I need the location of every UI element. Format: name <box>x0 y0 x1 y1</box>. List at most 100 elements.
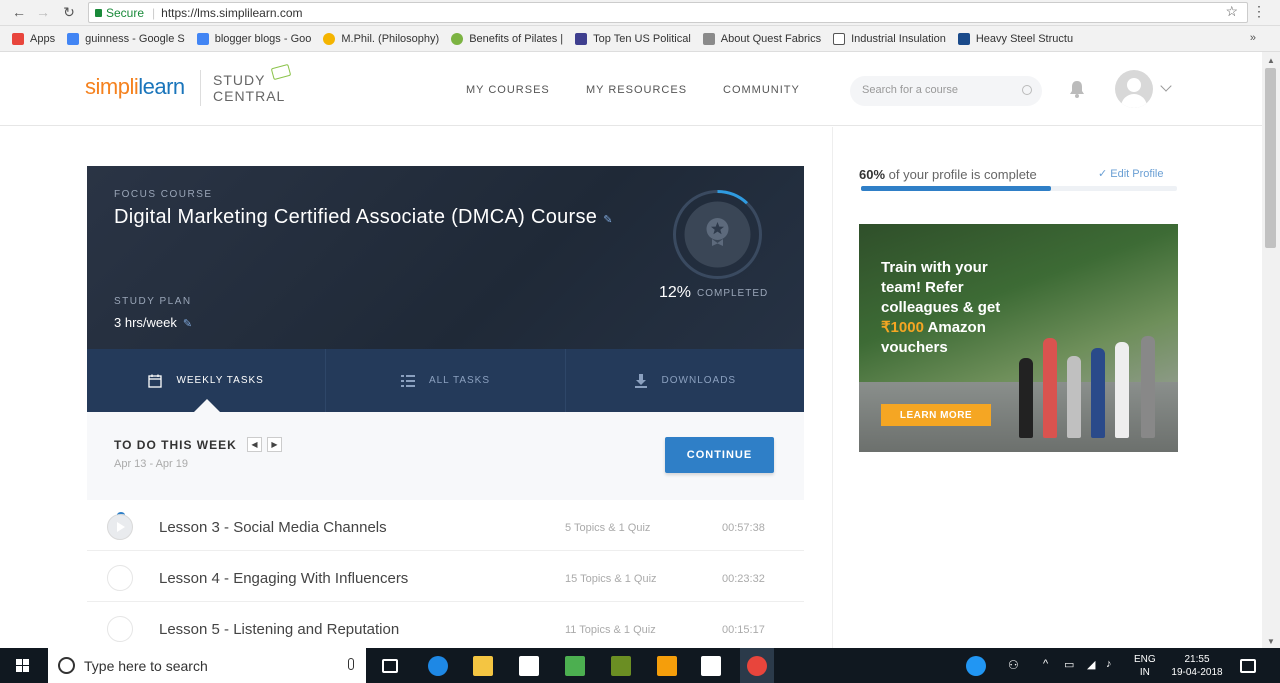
bookmark-item[interactable]: Heavy Steel Structu <box>957 32 1073 45</box>
list-item[interactable]: Lesson 4 - Engaging With Influencers 15 … <box>87 551 804 602</box>
lesson-title: Lesson 3 - Social Media Channels <box>159 519 387 536</box>
page-scrollbar[interactable]: ▲ ▼ <box>1262 52 1280 648</box>
bookmark-item[interactable]: Top Ten US Political <box>575 32 691 45</box>
windows-logo-pane <box>16 666 22 672</box>
site-favicon-icon <box>451 32 464 45</box>
windows-start-icon[interactable] <box>16 659 30 673</box>
page-icon <box>833 32 846 45</box>
tab-downloads[interactable]: DOWNLOADS <box>566 349 804 412</box>
google-icon <box>196 32 209 45</box>
secure-indicator[interactable]: Secure <box>95 6 144 20</box>
profile-percent: 60% <box>859 167 886 182</box>
input-language[interactable]: ENG IN <box>1134 653 1156 679</box>
forward-icon[interactable]: → <box>32 4 54 20</box>
scrollbar-thumb[interactable] <box>1265 68 1276 248</box>
address-bar[interactable]: Secure | https://lms.simplilearn.com <box>88 2 1248 23</box>
mail-icon[interactable] <box>701 656 721 676</box>
search-icon[interactable] <box>1022 85 1032 95</box>
bookmark-label: blogger blogs - Goo <box>214 32 312 45</box>
taskbar-search-input[interactable]: Type here to search <box>48 648 366 683</box>
back-icon[interactable]: ← <box>8 4 30 20</box>
chevron-down-icon[interactable] <box>1160 80 1172 92</box>
lesson-progress-arc <box>117 512 125 518</box>
bookmark-item[interactable]: About Quest Fabrics <box>702 32 821 45</box>
bookmark-item[interactable]: Apps <box>12 32 56 45</box>
wifi-icon[interactable]: ◢ <box>1087 658 1095 671</box>
scroll-down-icon[interactable]: ▼ <box>1267 637 1275 646</box>
list-item[interactable]: Lesson 3 - Social Media Channels 5 Topic… <box>87 500 804 551</box>
bookmark-item[interactable]: blogger blogs - Goo <box>196 32 312 45</box>
volume-icon[interactable]: ♪ <box>1106 658 1112 670</box>
edit-pencil-icon[interactable]: ✎ <box>603 208 613 232</box>
bookmark-star-icon[interactable]: ☆ <box>1225 3 1238 20</box>
task-view-icon[interactable] <box>382 659 398 673</box>
help-icon[interactable] <box>966 656 986 676</box>
study-plan-label: STUDY PLAN <box>114 296 192 307</box>
runner-figure <box>1115 342 1129 438</box>
file-explorer-icon[interactable] <box>473 656 493 676</box>
menu-kebab-icon[interactable]: ⋮ <box>1252 3 1266 20</box>
scroll-up-icon[interactable]: ▲ <box>1267 56 1275 65</box>
learn-more-button[interactable]: LEARN MORE <box>881 404 991 426</box>
lesson-status-icon[interactable] <box>107 565 133 591</box>
continue-button[interactable]: CONTINUE <box>665 437 774 473</box>
banner-line: Train with your <box>881 259 988 276</box>
reload-icon[interactable]: ↻ <box>58 4 80 21</box>
nav-my-courses[interactable]: MY COURSES <box>466 84 550 96</box>
nav-my-resources[interactable]: MY RESOURCES <box>586 84 687 96</box>
list-icon <box>400 374 415 387</box>
bookmark-item[interactable]: M.Phil. (Philosophy) <box>323 32 439 45</box>
app-icon[interactable] <box>611 656 631 676</box>
referral-banner[interactable]: Train with your team! Refer colleagues &… <box>859 224 1178 452</box>
banner-text: Train with your team! Refer colleagues &… <box>881 258 1031 358</box>
app-icon[interactable] <box>657 656 677 676</box>
system-clock[interactable]: 21:55 19-04-2018 <box>1167 653 1227 679</box>
store-icon[interactable] <box>519 656 539 676</box>
edit-pencil-icon[interactable]: ✎ <box>183 317 192 330</box>
edit-profile-link[interactable]: ✓ Edit Profile <box>1098 167 1163 180</box>
battery-icon[interactable]: ▭ <box>1064 658 1074 671</box>
list-item[interactable]: Lesson 5 - Listening and Reputation 11 T… <box>87 602 804 648</box>
tray-chevron-up-icon[interactable]: ^ <box>1043 658 1048 670</box>
banner-line: colleagues & get <box>881 299 1001 316</box>
bookmarks-overflow-icon[interactable]: » <box>1250 32 1256 44</box>
course-title[interactable]: Digital Marketing Certified Associate (D… <box>114 205 634 232</box>
browser-toolbar: ← → ↻ Secure | https://lms.simplilearn.c… <box>0 0 1280 26</box>
bookmark-label: Apps <box>30 32 56 45</box>
lesson-status-icon[interactable] <box>107 616 133 642</box>
course-search-input[interactable]: Search for a course <box>850 76 1042 106</box>
site-favicon-icon <box>957 32 970 45</box>
bookmark-item[interactable]: Benefits of Pilates | <box>451 32 563 45</box>
site-favicon-icon <box>575 32 588 45</box>
logo-divider <box>200 70 201 106</box>
avatar[interactable] <box>1115 70 1153 108</box>
logo-simpl: simpl <box>85 74 134 99</box>
apps-grid-icon <box>12 32 24 45</box>
simplilearn-logo[interactable]: simplilearn <box>85 74 185 100</box>
lang-code: ENG <box>1134 654 1156 665</box>
play-lesson-icon[interactable] <box>107 512 133 540</box>
tab-all-tasks[interactable]: ALL TASKS <box>326 349 566 412</box>
bookmark-item[interactable]: guinness - Google S <box>67 32 185 45</box>
bookmark-label: Top Ten US Political <box>593 32 691 45</box>
people-icon[interactable]: ⚇ <box>1008 658 1019 672</box>
edge-icon[interactable] <box>428 656 448 676</box>
active-tab-caret <box>194 399 220 412</box>
notifications-icon[interactable] <box>1240 659 1256 673</box>
bell-icon[interactable] <box>1069 80 1085 98</box>
banner-amount: ₹1000 <box>881 319 924 336</box>
microphone-icon[interactable] <box>348 658 354 670</box>
site-favicon-icon <box>702 32 715 45</box>
bookmark-label: Industrial Insulation <box>851 32 946 45</box>
study-plan-value[interactable]: 3 hrs/week ✎ <box>114 315 192 330</box>
bookmark-label: guinness - Google S <box>85 32 185 45</box>
nav-community[interactable]: COMMUNITY <box>723 84 800 96</box>
bookmarks-bar: Apps guinness - Google S blogger blogs -… <box>0 26 1280 52</box>
app-icon[interactable] <box>565 656 585 676</box>
next-week-button[interactable]: ▶ <box>267 437 282 452</box>
prev-week-button[interactable]: ◀ <box>247 437 262 452</box>
bookmark-item[interactable]: Industrial Insulation <box>833 32 946 45</box>
lesson-duration: 00:57:38 <box>722 522 765 534</box>
calendar-icon <box>148 374 163 388</box>
profile-completion-text: 60% of your profile is complete <box>859 167 1037 182</box>
